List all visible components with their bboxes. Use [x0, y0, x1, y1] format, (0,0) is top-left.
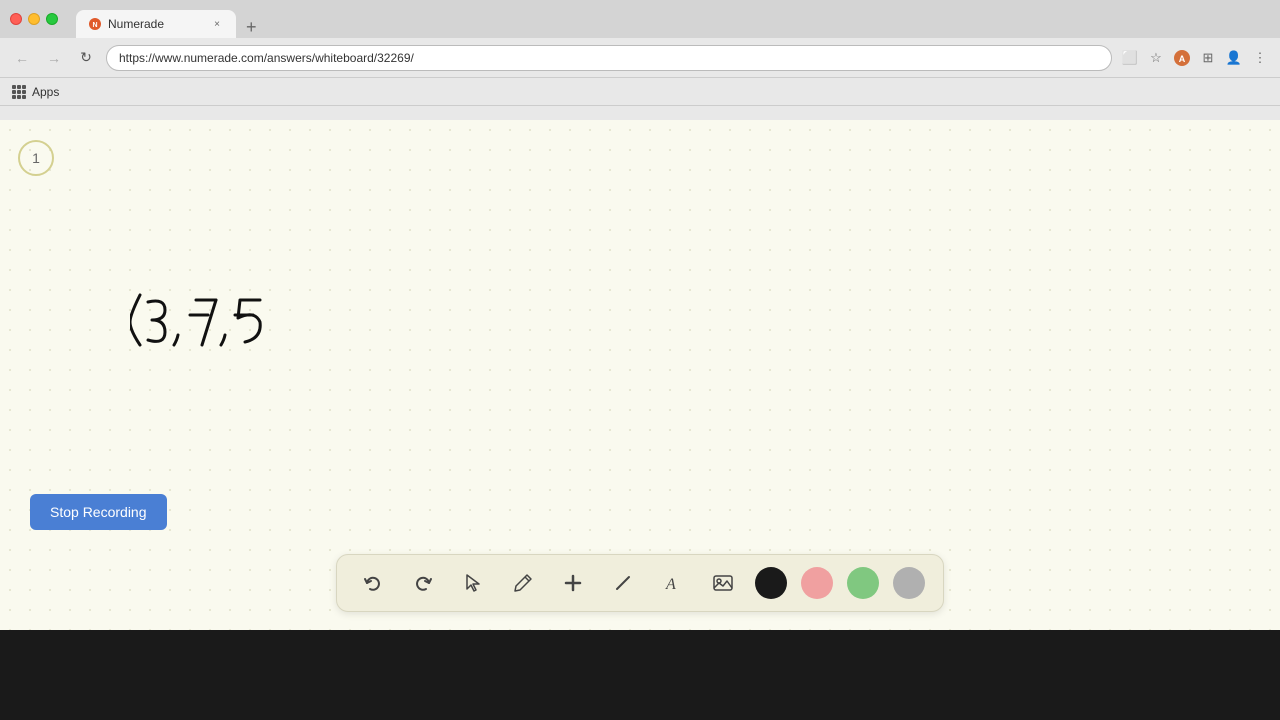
- toolbar: A: [336, 554, 944, 612]
- add-button[interactable]: [555, 565, 591, 601]
- close-button[interactable]: [10, 13, 22, 25]
- tab-close-button[interactable]: ×: [210, 17, 224, 31]
- undo-icon: [362, 572, 384, 594]
- pen-icon: [513, 573, 533, 593]
- bookmark-icon[interactable]: ☆: [1146, 48, 1166, 68]
- apps-grid-icon[interactable]: [12, 85, 26, 99]
- tab-favicon: N: [88, 17, 102, 31]
- color-gray-button[interactable]: [893, 567, 925, 599]
- eraser-icon: [613, 573, 633, 593]
- traffic-lights: [10, 13, 58, 25]
- redo-button[interactable]: [405, 565, 441, 601]
- image-icon: [712, 572, 734, 594]
- url-text: https://www.numerade.com/answers/whitebo…: [119, 51, 414, 65]
- tab-title: Numerade: [108, 17, 164, 31]
- page-indicator: 1: [18, 140, 54, 176]
- svg-text:N: N: [92, 22, 97, 29]
- pen-button[interactable]: [505, 565, 541, 601]
- color-black-button[interactable]: [755, 567, 787, 599]
- extension-icon[interactable]: ⊞: [1198, 48, 1218, 68]
- whiteboard[interactable]: 1 Stop Recording: [0, 120, 1280, 630]
- redo-icon: [412, 572, 434, 594]
- active-tab[interactable]: N Numerade ×: [76, 10, 236, 38]
- forward-button[interactable]: →: [42, 46, 66, 70]
- tabs-bar: N Numerade × +: [76, 0, 263, 38]
- maximize-button[interactable]: [46, 13, 58, 25]
- image-button[interactable]: [705, 565, 741, 601]
- text-icon: A: [663, 573, 683, 593]
- refresh-button[interactable]: ↻: [74, 46, 98, 70]
- color-green-button[interactable]: [847, 567, 879, 599]
- cast-icon[interactable]: ⬜: [1120, 48, 1140, 68]
- select-button[interactable]: [455, 565, 491, 601]
- new-tab-button[interactable]: +: [240, 17, 263, 38]
- svg-text:A: A: [665, 576, 676, 593]
- page-number: 1: [32, 150, 40, 166]
- stop-recording-button[interactable]: Stop Recording: [30, 494, 167, 530]
- undo-button[interactable]: [355, 565, 391, 601]
- menu-icon[interactable]: ⋮: [1250, 48, 1270, 68]
- apps-bar: Apps: [0, 78, 1280, 106]
- eraser-button[interactable]: [605, 565, 641, 601]
- svg-text:A: A: [1179, 54, 1186, 64]
- math-expression: [130, 280, 370, 360]
- nav-icons: ⬜ ☆ A ⊞ 👤 ⋮: [1120, 48, 1270, 68]
- color-pink-button[interactable]: [801, 567, 833, 599]
- profile-icon[interactable]: A: [1172, 48, 1192, 68]
- title-bar: N Numerade × +: [0, 0, 1280, 38]
- account-icon[interactable]: 👤: [1224, 48, 1244, 68]
- apps-label: Apps: [32, 85, 59, 99]
- back-button[interactable]: ←: [10, 46, 34, 70]
- address-bar[interactable]: https://www.numerade.com/answers/whitebo…: [106, 45, 1112, 71]
- cursor-icon: [463, 573, 483, 593]
- plus-icon: [563, 573, 583, 593]
- text-button[interactable]: A: [655, 565, 691, 601]
- minimize-button[interactable]: [28, 13, 40, 25]
- navigation-bar: ← → ↻ https://www.numerade.com/answers/w…: [0, 38, 1280, 78]
